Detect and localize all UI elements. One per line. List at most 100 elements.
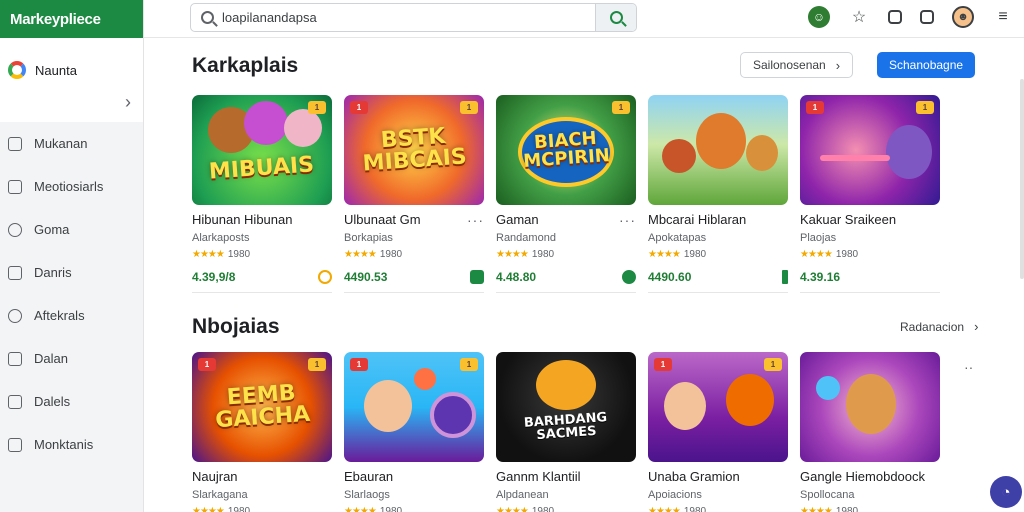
more-options-icon[interactable]: ··· bbox=[467, 212, 484, 228]
sidebar-item-6[interactable]: Dalels bbox=[0, 380, 143, 423]
sidebar-item-4[interactable]: Aftekrals bbox=[0, 294, 143, 337]
app-thumbnail: 1 1 bbox=[648, 352, 788, 462]
main-content: Karkaplais Sailonosenan › Schanobagne 1 … bbox=[144, 39, 1024, 512]
secondary-button-label: Sailonosenan bbox=[753, 58, 826, 72]
filter-icon bbox=[8, 351, 22, 366]
account-switcher[interactable]: Naunta bbox=[0, 38, 143, 88]
sidebar-item-3[interactable]: Danris bbox=[0, 251, 143, 294]
app-rating: ★★★★ 1980 bbox=[800, 506, 940, 512]
app-thumbnail bbox=[648, 95, 788, 205]
rating-badge: 1 bbox=[308, 101, 326, 114]
rating-badge: 1 bbox=[612, 101, 630, 114]
profile-icon[interactable]: ☺ bbox=[808, 6, 830, 28]
star-rating-icon: ★★★★ bbox=[648, 249, 681, 260]
sidebar-item-label: Danris bbox=[34, 265, 72, 280]
chevron-right-icon: › bbox=[835, 57, 841, 73]
app-card[interactable]: 1 1 Kakuar Sraikeen Plaojas ★★★★ 1980 4.3… bbox=[800, 95, 940, 293]
sidebar-item-label: Meotiosiarls bbox=[34, 179, 104, 194]
app-card[interactable]: BARHDANG SACMES Gannm Klantiil Alpdanean… bbox=[496, 352, 636, 512]
app-price: 4.48.80 bbox=[496, 270, 537, 284]
sidebar-item-label: Dalan bbox=[34, 351, 68, 366]
app-developer: Alpdanean bbox=[496, 489, 549, 501]
secondary-button[interactable]: Sailonosenan › bbox=[740, 52, 854, 78]
person-icon bbox=[8, 222, 22, 237]
app-card[interactable]: 1 1 BSTK MIBCAIS Ulbunaat Gm Borkapias ★… bbox=[344, 95, 484, 293]
rating-count: 1980 bbox=[379, 249, 403, 260]
chevron-right-icon: › bbox=[125, 92, 131, 112]
more-options-icon[interactable]: ·· bbox=[964, 359, 973, 375]
coin-icon[interactable] bbox=[318, 270, 332, 284]
assistant-button[interactable]: ◔ bbox=[990, 476, 1022, 508]
app-card[interactable]: 1 1 Ebauran Slarlaogs ★★★★ 1980 bbox=[344, 352, 484, 512]
app-title: Naujran bbox=[192, 469, 238, 484]
apps-icon[interactable] bbox=[888, 10, 902, 24]
folder-icon[interactable] bbox=[920, 10, 934, 24]
app-title: Ulbunaat Gm bbox=[344, 212, 421, 227]
sidebar-item-label: Aftekrals bbox=[34, 308, 85, 323]
section-title: Karkaplais bbox=[192, 54, 299, 77]
rating-count: 1980 bbox=[531, 506, 555, 512]
sidebar-item-5[interactable]: Dalan bbox=[0, 337, 143, 380]
price-row: 4.48.80 bbox=[496, 270, 636, 293]
primary-button[interactable]: Schanobagne bbox=[877, 52, 976, 78]
app-developer: Spollocana bbox=[800, 489, 855, 501]
app-developer: Randamond bbox=[496, 232, 556, 244]
menu-icon[interactable]: ≡ bbox=[992, 6, 1014, 28]
brand-logo[interactable]: Markeypliece bbox=[0, 0, 143, 38]
rating-badge: 1 bbox=[308, 358, 326, 371]
avatar[interactable]: ☻ bbox=[952, 6, 974, 28]
app-developer: Apoiacions bbox=[648, 489, 702, 501]
star-rating-icon: ★★★★ bbox=[496, 506, 529, 512]
app-title: Unaba Gramion bbox=[648, 469, 740, 484]
rating-count: 1980 bbox=[227, 249, 251, 260]
game-art-text: BIACH MCPIRIN bbox=[522, 127, 611, 172]
app-rating: ★★★★ 1980 bbox=[344, 506, 484, 512]
sidebar-item-2[interactable]: Goma bbox=[0, 208, 143, 251]
app-title: Gangle Hiemobdoock bbox=[800, 469, 926, 484]
app-thumbnail: 1 MIBUAIS bbox=[192, 95, 332, 205]
app-card[interactable]: 1 1 Unaba Gramion Apoiacions ★★★★ 1980 bbox=[648, 352, 788, 512]
rating-count: 1980 bbox=[683, 506, 707, 512]
search-button[interactable] bbox=[595, 4, 636, 31]
app-rating: ★★★★ 1980 bbox=[192, 249, 332, 260]
more-options-icon[interactable]: ··· bbox=[619, 212, 636, 228]
chevron-right-icon[interactable]: › bbox=[974, 319, 978, 334]
collapse-sidebar-button[interactable]: › bbox=[0, 88, 143, 122]
app-developer: Plaojas bbox=[800, 232, 837, 244]
sidebar-item-1[interactable]: Meotiosiarls bbox=[0, 165, 143, 208]
star-rating-icon: ★★★★ bbox=[800, 249, 833, 260]
see-all-label: Radanacion bbox=[900, 319, 965, 334]
app-title: Hibunan Hibunan bbox=[192, 212, 293, 227]
app-card[interactable]: Mbcarai Hiblaran Apokatapas ★★★★ 1980 449… bbox=[648, 95, 788, 293]
primary-button-label: Schanobagne bbox=[889, 58, 964, 72]
app-card[interactable]: Gangle Hiemobdoock Spollocana ★★★★ 1980 bbox=[800, 352, 940, 512]
see-all-link[interactable]: Radanacion › bbox=[900, 319, 978, 334]
app-card[interactable]: 1 1 EEMB GAICHA Naujran Slarkagana ★★★★ 1… bbox=[192, 352, 332, 512]
app-developer: Alarkaposts bbox=[192, 232, 250, 244]
window-icon bbox=[8, 437, 22, 452]
app-card[interactable]: 1 MIBUAIS Hibunan Hibunan Alarkaposts ★★… bbox=[192, 95, 332, 293]
app-rating: ★★★★ 1980 bbox=[800, 249, 940, 260]
star-icon[interactable]: ☆ bbox=[848, 6, 870, 28]
rating-badge: 1 bbox=[764, 358, 782, 371]
sidebar-item-0[interactable]: Mukanan bbox=[0, 122, 143, 165]
sidebar-item-7[interactable]: Monktanis bbox=[0, 423, 143, 466]
star-rating-icon: ★★★★ bbox=[344, 249, 377, 260]
rating-badge: 1 bbox=[460, 101, 478, 114]
app-developer: Slarlaogs bbox=[344, 489, 390, 501]
sidebar-item-label: Monktanis bbox=[34, 437, 94, 452]
install-icon[interactable] bbox=[470, 270, 484, 284]
game-art-text: MIBUAIS bbox=[208, 152, 316, 185]
sidebar-item-label: Dalels bbox=[34, 394, 71, 409]
search-input[interactable] bbox=[222, 10, 595, 25]
price-row: 4.39,9/8 bbox=[192, 270, 332, 293]
install-icon[interactable] bbox=[622, 270, 636, 284]
sidebar-item-label: Mukanan bbox=[34, 136, 88, 151]
hot-badge: 1 bbox=[350, 358, 368, 371]
scrollbar[interactable] bbox=[1020, 79, 1024, 279]
account-label: Naunta bbox=[35, 62, 77, 78]
app-title: Mbcarai Hiblaran bbox=[648, 212, 747, 227]
app-title: Gannm Klantiil bbox=[496, 469, 581, 484]
app-card[interactable]: 1 BIACH MCPIRIN Gaman Randamond ★★★★ 1980… bbox=[496, 95, 636, 293]
install-icon[interactable] bbox=[782, 270, 788, 284]
